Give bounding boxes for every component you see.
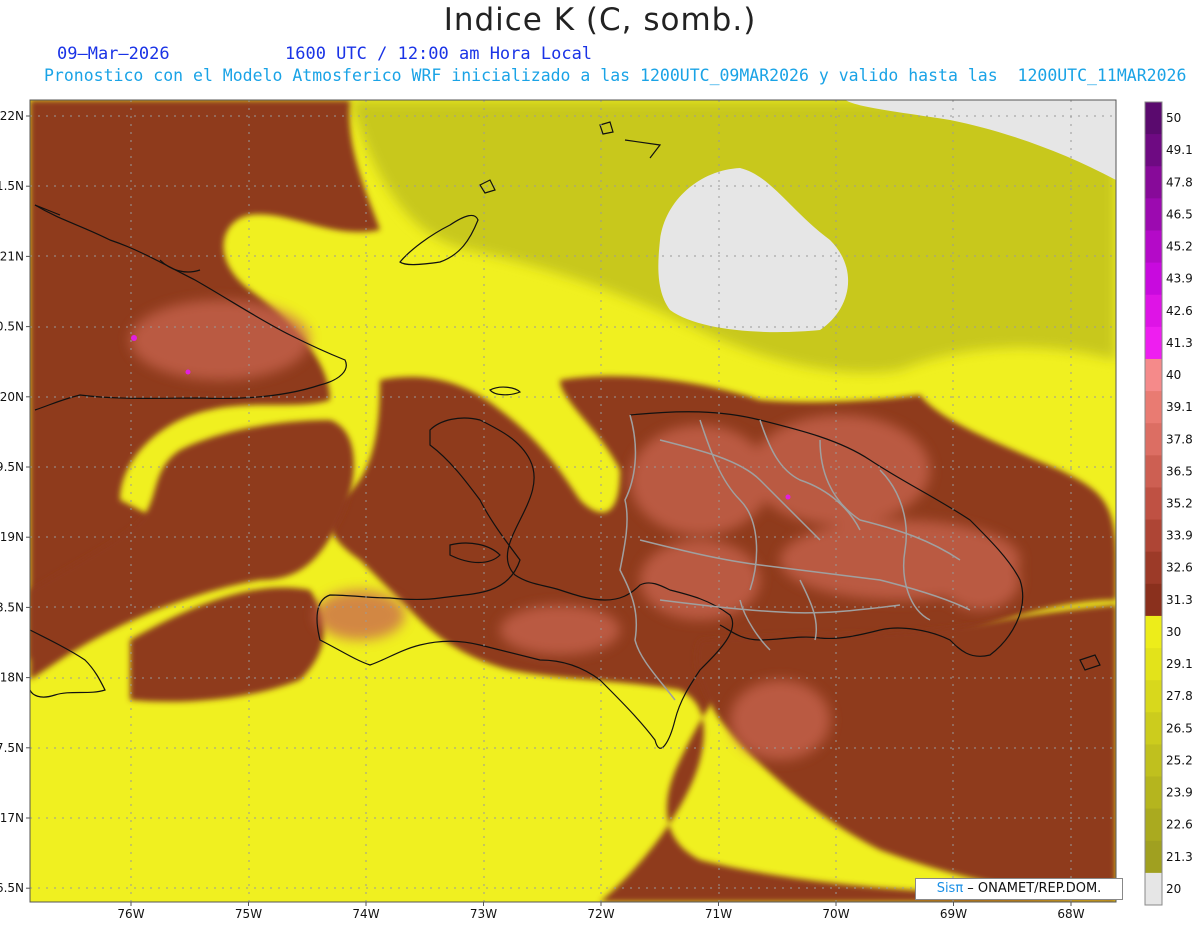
- colorbar-label: 21.3: [1166, 850, 1193, 864]
- colorbar-label: 43.9: [1166, 272, 1193, 286]
- lat-label: 21.5N: [0, 179, 24, 193]
- lat-label: 16.5N: [0, 881, 24, 895]
- longitude-axis: 76W 75W 74W 73W 72W 71W 70W 69W 68W: [117, 902, 1085, 921]
- credit-brand: Sisπ: [936, 881, 964, 896]
- colorbar-swatch: [1145, 230, 1162, 264]
- colorbar-swatch: [1145, 648, 1162, 681]
- lat-label: 22N: [0, 109, 24, 123]
- colorbar-swatch: [1145, 519, 1162, 553]
- lon-label: 71W: [705, 907, 732, 921]
- colorbar-swatch: [1145, 744, 1162, 778]
- lat-label: 21N: [0, 249, 24, 263]
- colorbar-label: 47.8: [1166, 175, 1193, 189]
- credit-org: – ONAMET/REP.DOM.: [963, 881, 1102, 896]
- colorbar-label: 37.8: [1166, 432, 1193, 446]
- colorbar-swatch: [1145, 776, 1162, 810]
- colorbar-label: 36.5: [1166, 464, 1193, 478]
- colorbar-swatch: [1145, 487, 1162, 521]
- latitude-axis: 22N 21.5N 21N 20.5N 20N 19.5N 19N 18.5N 18N 17.5N…: [0, 109, 30, 895]
- colorbar-label: 40: [1166, 368, 1181, 382]
- lon-label: 72W: [587, 907, 614, 921]
- colorbar-label: 35.2: [1166, 497, 1193, 511]
- lon-label: 75W: [235, 907, 262, 921]
- lon-label: 74W: [352, 907, 379, 921]
- lon-label: 73W: [470, 907, 497, 921]
- colorbar-swatch: [1145, 262, 1162, 296]
- lat-label: 19N: [0, 530, 24, 544]
- lat-label: 17.5N: [0, 741, 24, 755]
- colorbar-label: 26.5: [1166, 721, 1193, 735]
- colorbar-swatch: [1145, 358, 1162, 392]
- colorbar-label: 50: [1166, 111, 1181, 125]
- lat-label: 17N: [0, 811, 24, 825]
- colorbar-swatch: [1145, 551, 1162, 585]
- colorbar-swatch: [1145, 294, 1162, 328]
- lat-label: 18N: [0, 671, 24, 685]
- colorbar-label: 29.1: [1166, 657, 1193, 671]
- colorbar-label: 32.6: [1166, 561, 1193, 575]
- colorbar-swatch: [1145, 680, 1162, 713]
- colorbar-swatch: [1145, 166, 1162, 199]
- colorbar-swatch: [1145, 615, 1162, 649]
- colorbar-swatch: [1145, 583, 1162, 617]
- lat-label: 19.5N: [0, 460, 24, 474]
- colorbar-label: 31.3: [1166, 593, 1193, 607]
- colorbar-label: 25.2: [1166, 753, 1193, 767]
- colorbar-label: 42.6: [1166, 304, 1193, 318]
- colorbar-swatch: [1145, 102, 1162, 135]
- colorbar-label: 41.3: [1166, 336, 1193, 350]
- colorbar-swatch: [1145, 326, 1162, 360]
- lon-label: 69W: [940, 907, 967, 921]
- lon-label: 76W: [117, 907, 144, 921]
- credit-box: Sisπ – ONAMET/REP.DOM.: [915, 878, 1123, 900]
- colorbar-label: 45.2: [1166, 240, 1193, 254]
- colorbar-swatch: [1145, 423, 1162, 456]
- colorbar-swatch: [1145, 840, 1162, 874]
- k-index-field: [30, 100, 1116, 902]
- colorbar-label: 33.9: [1166, 529, 1193, 543]
- colorbar-label: 39.1: [1166, 400, 1193, 414]
- colorbar-label: 22.6: [1166, 818, 1193, 832]
- colorbar-swatch: [1145, 808, 1162, 842]
- colorbar-swatch: [1145, 455, 1162, 488]
- colorbar-swatch: [1145, 391, 1162, 424]
- lat-label: 18.5N: [0, 600, 24, 614]
- colorbar-label: 49.1: [1166, 143, 1193, 157]
- colorbar: 50 49.1 47.8 46.5 45.2 43.9 42.6 41.3 40 39.1 37.8…: [1144, 101, 1193, 906]
- colorbar-swatch: [1145, 134, 1162, 167]
- colorbar-label: 23.9: [1166, 786, 1193, 800]
- colorbar-swatch: [1145, 712, 1162, 745]
- lon-label: 68W: [1057, 907, 1084, 921]
- colorbar-label: 20: [1166, 882, 1181, 896]
- colorbar-label: 27.8: [1166, 689, 1193, 703]
- lat-label: 20N: [0, 390, 24, 404]
- k-index-map: 22N 21.5N 21N 20.5N 20N 19.5N 19N 18.5N 18N 17.5N…: [0, 99, 1193, 921]
- colorbar-swatch: [1145, 198, 1162, 231]
- lat-label: 20.5N: [0, 320, 24, 334]
- colorbar-label: 46.5: [1166, 207, 1193, 221]
- colorbar-swatch: [1145, 872, 1162, 906]
- lon-label: 70W: [822, 907, 849, 921]
- colorbar-label: 30: [1166, 625, 1181, 639]
